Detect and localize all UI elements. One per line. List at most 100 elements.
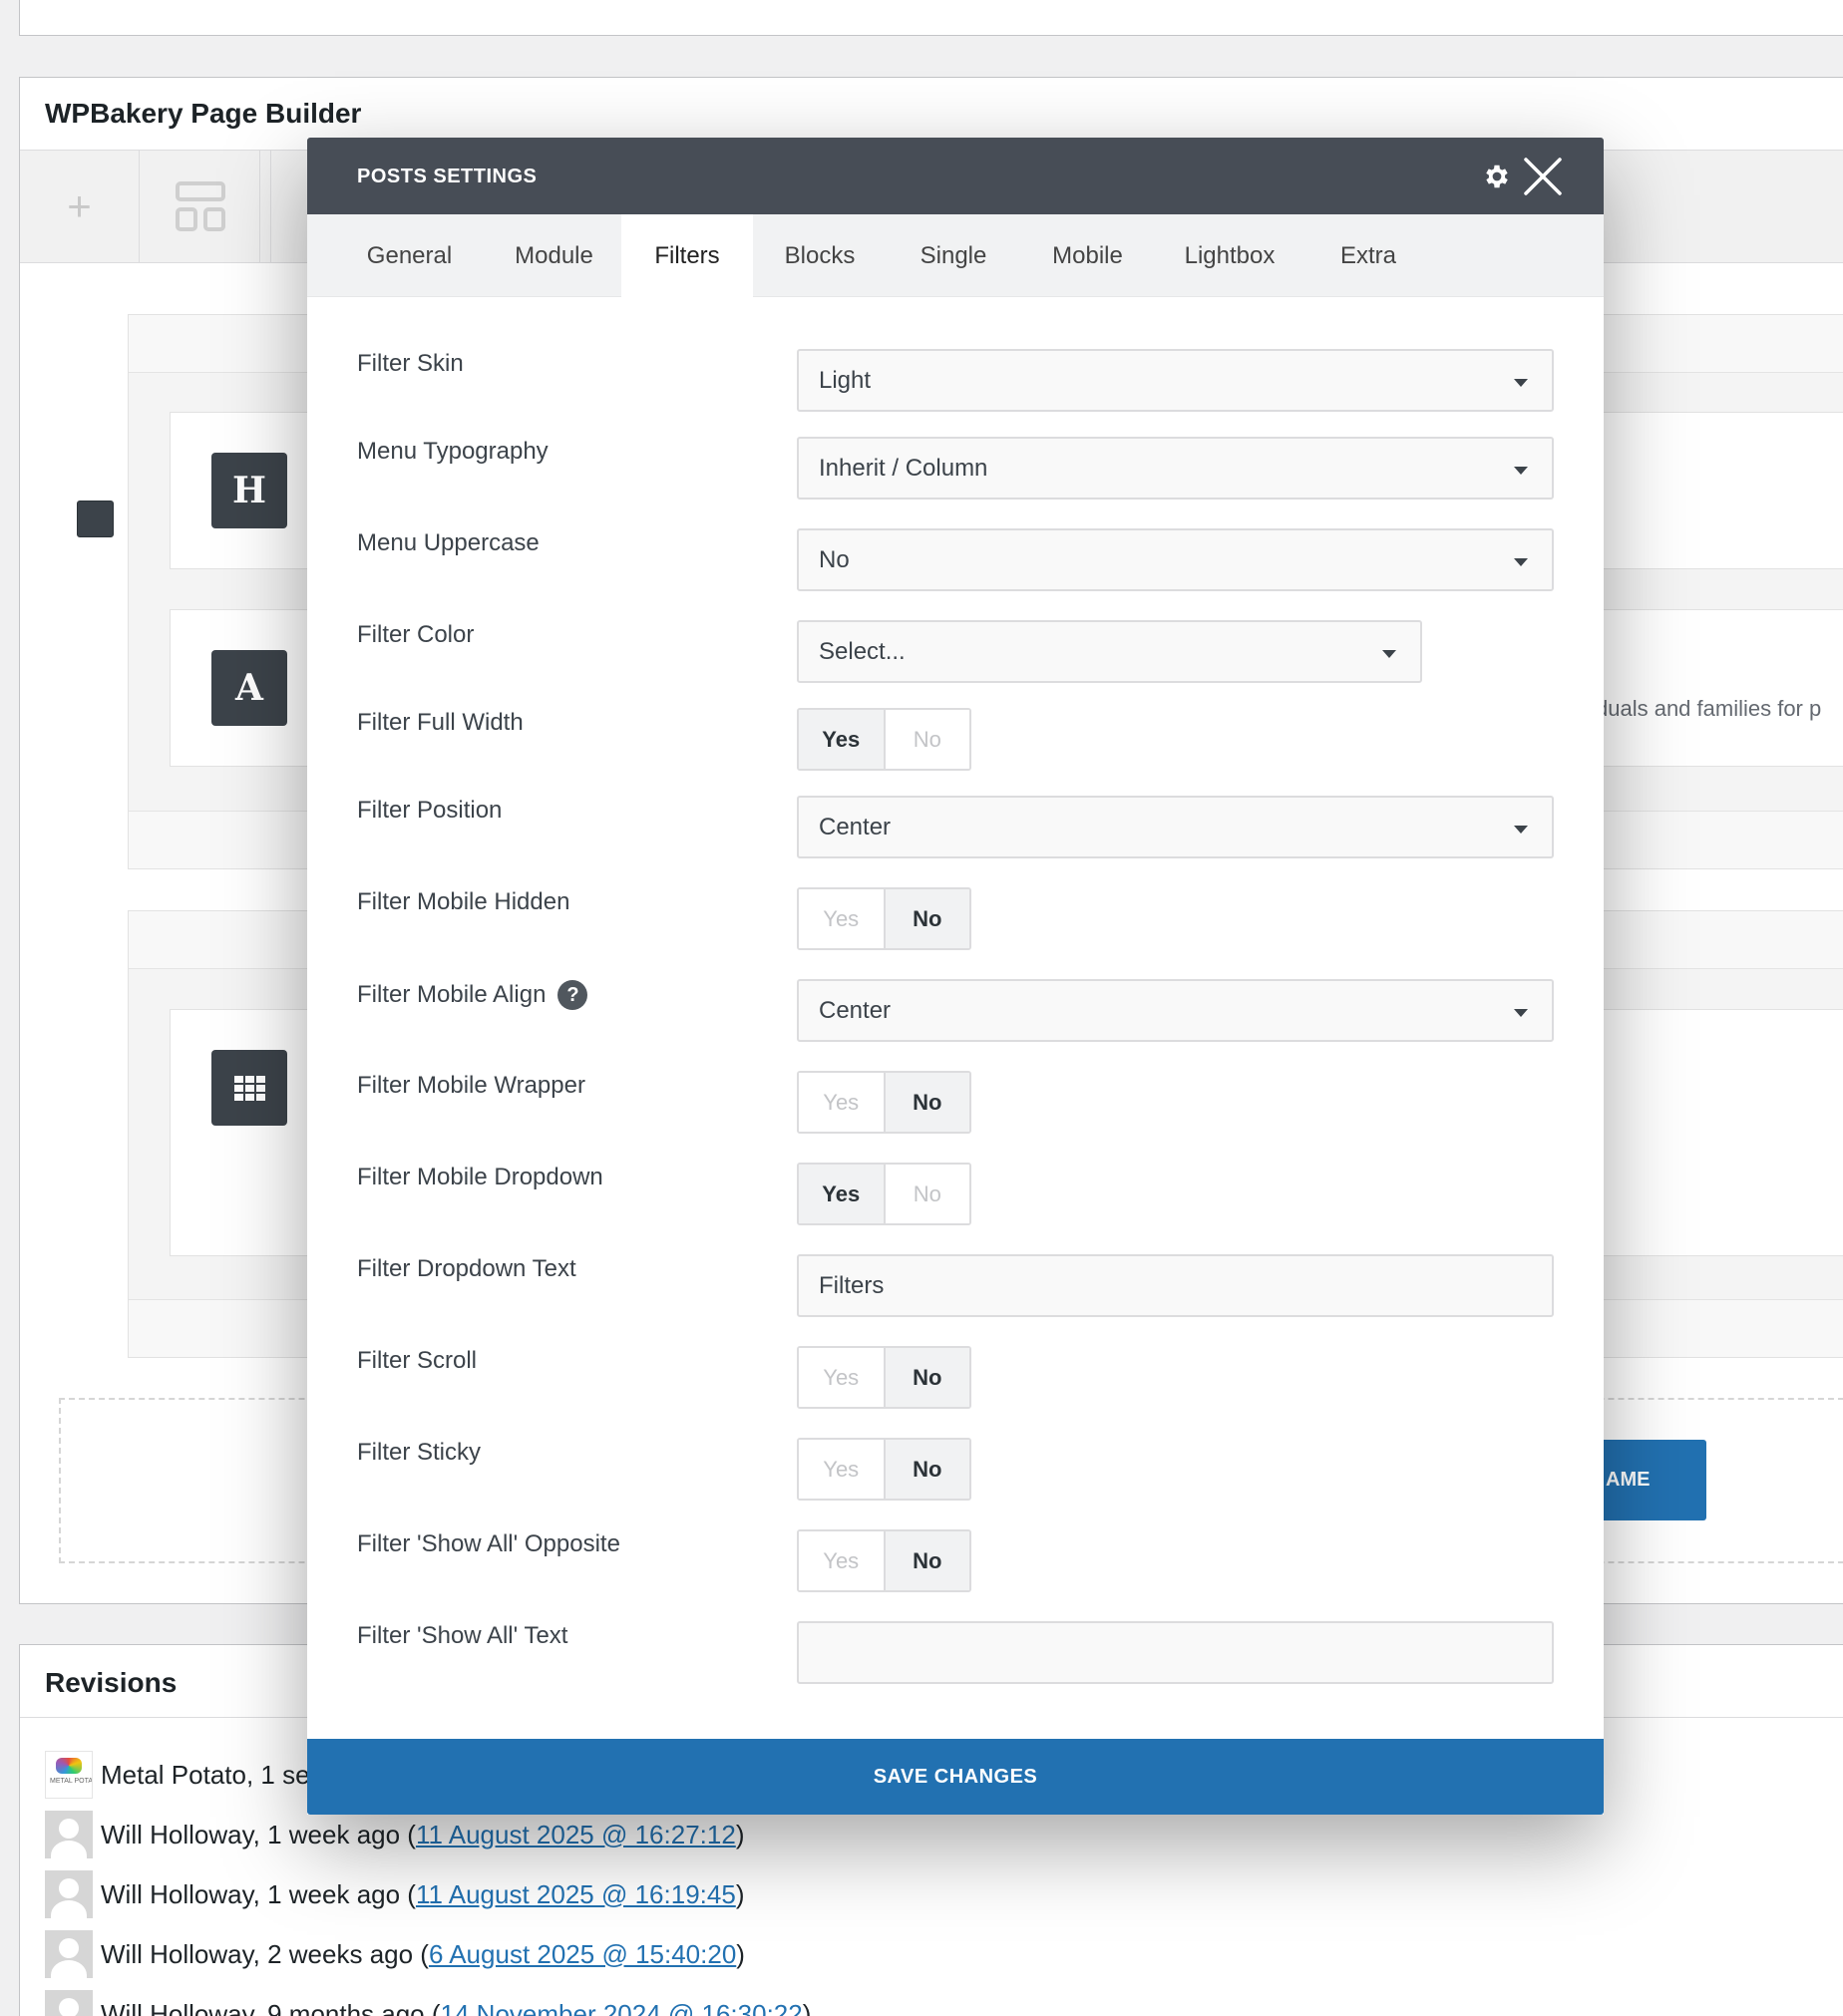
top-panel bbox=[19, 0, 1843, 36]
filter-mobile-hidden-label: Filter Mobile Hidden bbox=[357, 888, 570, 915]
revision-suffix: ) bbox=[802, 1998, 812, 2016]
chevron-down-icon bbox=[1514, 558, 1528, 566]
toggle-yes[interactable]: Yes bbox=[799, 1531, 886, 1590]
help-icon[interactable]: ? bbox=[557, 980, 588, 1010]
avatar bbox=[45, 1811, 93, 1858]
filter-skin-value: Light bbox=[819, 366, 872, 394]
avatar bbox=[45, 1930, 93, 1978]
filter-full-width-label: Filter Full Width bbox=[357, 709, 524, 736]
tab-filters[interactable]: Filters bbox=[621, 214, 753, 298]
toolbar-divider bbox=[261, 151, 271, 262]
chevron-down-icon bbox=[1382, 650, 1396, 658]
toggle-no[interactable]: No bbox=[885, 1348, 969, 1407]
chevron-down-icon bbox=[1514, 467, 1528, 475]
filter-show-all-text-input[interactable] bbox=[797, 1621, 1554, 1684]
gear-icon[interactable] bbox=[1482, 162, 1512, 191]
revisions-title: Revisions bbox=[45, 1667, 178, 1698]
toggle-yes[interactable]: Yes bbox=[799, 1348, 886, 1407]
toggle-yes[interactable]: Yes bbox=[799, 710, 886, 769]
filter-mobile-align-value: Center bbox=[819, 996, 892, 1024]
revision-link[interactable]: 11 August 2025 @ 16:19:45 bbox=[416, 1879, 736, 1910]
tab-module[interactable]: Module bbox=[482, 214, 626, 297]
toggle-yes[interactable]: Yes bbox=[799, 1165, 886, 1223]
filter-dropdown-text-input[interactable]: Filters bbox=[797, 1254, 1554, 1317]
close-icon[interactable] bbox=[1522, 156, 1564, 197]
filter-mobile-align-label: Filter Mobile Align ? bbox=[357, 980, 588, 1010]
revision-suffix: ) bbox=[735, 1878, 745, 1909]
filter-full-width-toggle: Yes No bbox=[797, 708, 971, 771]
tab-blocks[interactable]: Blocks bbox=[753, 214, 887, 297]
toggle-yes[interactable]: Yes bbox=[799, 889, 886, 948]
grid-icon bbox=[211, 1050, 287, 1126]
avatar bbox=[45, 1990, 93, 2016]
filter-position-value: Center bbox=[819, 813, 892, 840]
filter-mobile-align-select[interactable]: Center bbox=[797, 979, 1554, 1042]
tab-extra[interactable]: Extra bbox=[1304, 214, 1432, 297]
revision-link[interactable]: 11 August 2025 @ 16:27:12 bbox=[416, 1820, 736, 1850]
filter-mobile-dropdown-toggle: Yes No bbox=[797, 1163, 971, 1225]
toggle-no[interactable]: No bbox=[885, 889, 969, 948]
heading-element-icon: H bbox=[211, 453, 287, 528]
chevron-down-icon bbox=[1514, 826, 1528, 834]
filter-color-select[interactable]: Select... bbox=[797, 620, 1422, 683]
modal-title: POSTS SETTINGS bbox=[357, 166, 538, 187]
toggle-no[interactable]: No bbox=[885, 1165, 969, 1223]
filter-show-all-text-label: Filter 'Show All' Text bbox=[357, 1622, 568, 1649]
toggle-yes[interactable]: Yes bbox=[799, 1073, 886, 1132]
filter-skin-select[interactable]: Light bbox=[797, 349, 1554, 412]
tab-lightbox[interactable]: Lightbox bbox=[1155, 214, 1304, 297]
menu-typography-value: Inherit / Column bbox=[819, 454, 988, 482]
posts-settings-modal: POSTS SETTINGS General Module Filters Bl… bbox=[307, 138, 1604, 1815]
add-element-button[interactable]: + bbox=[20, 151, 140, 262]
filter-mobile-hidden-toggle: Yes No bbox=[797, 887, 971, 950]
filter-mobile-wrapper-toggle: Yes No bbox=[797, 1071, 971, 1134]
modal-header: POSTS SETTINGS bbox=[307, 138, 1604, 214]
layout-button[interactable] bbox=[141, 151, 260, 262]
filter-skin-label: Filter Skin bbox=[357, 350, 464, 377]
menu-typography-label: Menu Typography bbox=[357, 438, 549, 465]
revision-author: Will Holloway, 9 months ago ( bbox=[101, 1998, 441, 2016]
filter-show-all-opposite-toggle: Yes No bbox=[797, 1529, 971, 1592]
modal-tabs: General Module Filters Blocks Single Mob… bbox=[307, 214, 1604, 298]
tab-mobile[interactable]: Mobile bbox=[1020, 214, 1155, 297]
toggle-yes[interactable]: Yes bbox=[799, 1440, 886, 1499]
wpbakery-title: WPBakery Page Builder bbox=[45, 98, 362, 129]
chevron-down-icon bbox=[1514, 379, 1528, 387]
revision-item: Will Holloway, 9 months ago (14 November… bbox=[45, 1984, 811, 2016]
tab-single[interactable]: Single bbox=[887, 214, 1020, 297]
filter-mobile-wrapper-label: Filter Mobile Wrapper bbox=[357, 1072, 585, 1099]
avatar bbox=[45, 1751, 93, 1799]
menu-uppercase-label: Menu Uppercase bbox=[357, 529, 540, 556]
filter-sticky-toggle: Yes No bbox=[797, 1438, 971, 1501]
menu-uppercase-select[interactable]: No bbox=[797, 528, 1554, 591]
toggle-no[interactable]: No bbox=[885, 1440, 969, 1499]
menu-typography-select[interactable]: Inherit / Column bbox=[797, 437, 1554, 500]
filter-color-value: Select... bbox=[819, 637, 906, 665]
filter-mobile-align-text: Filter Mobile Align bbox=[357, 981, 547, 1008]
avatar bbox=[45, 1870, 93, 1918]
revision-link[interactable]: 14 November 2024 @ 16:30:22 bbox=[441, 1999, 803, 2016]
revision-suffix: ) bbox=[736, 1938, 745, 1969]
toggle-no[interactable]: No bbox=[885, 1073, 969, 1132]
tab-general[interactable]: General bbox=[337, 214, 482, 297]
filter-scroll-toggle: Yes No bbox=[797, 1346, 971, 1409]
toggle-no[interactable]: No bbox=[885, 710, 969, 769]
filter-scroll-label: Filter Scroll bbox=[357, 1347, 478, 1374]
toggle-no[interactable]: No bbox=[885, 1531, 969, 1590]
plus-icon: + bbox=[67, 182, 92, 229]
revision-suffix: ) bbox=[735, 1819, 745, 1849]
filter-position-label: Filter Position bbox=[357, 797, 503, 824]
revision-author: Will Holloway, 2 weeks ago ( bbox=[101, 1938, 429, 1969]
filter-color-label: Filter Color bbox=[357, 621, 475, 648]
filter-show-all-opposite-label: Filter 'Show All' Opposite bbox=[357, 1530, 620, 1557]
revision-link[interactable]: 6 August 2025 @ 15:40:20 bbox=[429, 1939, 736, 1970]
filter-position-select[interactable]: Center bbox=[797, 796, 1554, 858]
filter-mobile-dropdown-label: Filter Mobile Dropdown bbox=[357, 1164, 603, 1190]
save-changes-button[interactable]: SAVE CHANGES bbox=[307, 1739, 1604, 1815]
chevron-down-icon bbox=[1514, 1009, 1528, 1017]
text-element-icon: A bbox=[211, 650, 287, 726]
revision-item: Will Holloway, 1 week ago (11 August 202… bbox=[45, 1864, 811, 1924]
filter-dropdown-text-label: Filter Dropdown Text bbox=[357, 1255, 576, 1282]
row-drag-handle[interactable] bbox=[77, 501, 114, 537]
revision-author: Will Holloway, 1 week ago ( bbox=[101, 1878, 416, 1909]
